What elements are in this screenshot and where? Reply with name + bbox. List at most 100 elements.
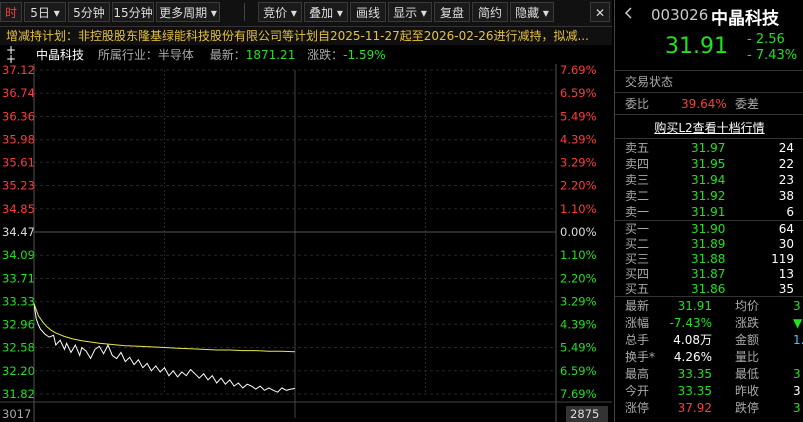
trade-status-label: 交易状态 — [625, 75, 674, 89]
stat-value-1: 33.35 — [677, 367, 712, 381]
weibi-value: 39.64% — [681, 97, 727, 111]
stat-label-1: 涨幅 — [625, 316, 650, 330]
industry-label: 所属行业：半导体 — [97, 48, 194, 62]
tool-button-5[interactable]: 简约 — [472, 2, 508, 22]
stat-value-2: 3 — [793, 384, 801, 398]
chart-info-bar: 中晶科技 所属行业：半导体 最新：1871.21 涨跌：-1.59% — [0, 46, 612, 64]
y-tick-right-3: 4.39% — [560, 133, 597, 147]
weibi-label: 委比 — [625, 97, 650, 111]
y-tick-right-10: 3.29% — [560, 295, 597, 309]
weicha-label: 委差 — [735, 97, 760, 111]
tool-button-4[interactable]: 复盘 — [434, 2, 470, 22]
buy-l2-link[interactable]: 购买L2查看十档行情 — [615, 120, 803, 136]
bid-volume: 13 — [778, 267, 794, 281]
ask-label: 卖四 — [625, 157, 650, 171]
stat-value-2: 3 — [793, 299, 801, 313]
y-tick-right-7: 0.00% — [560, 225, 597, 239]
stat-row-3: 换手* 4.26% 量比 — [615, 349, 803, 365]
ask-label: 卖一 — [625, 205, 650, 219]
ask-row-4: 卖一 31.91 6 — [615, 204, 803, 220]
stat-label-1: 今开 — [625, 384, 650, 398]
stat-value-1: 4.26% — [673, 350, 712, 364]
collapse-chevron-icon[interactable] — [623, 6, 637, 20]
stat-value-2: 3 — [793, 367, 801, 381]
ask-row-2: 卖三 31.94 23 — [615, 172, 803, 188]
y-tick-left-8: 34.09 — [2, 248, 35, 262]
stat-row-5: 今开 33.35 昨收 3 — [615, 383, 803, 399]
ask-row-3: 卖二 31.92 38 — [615, 188, 803, 204]
y-tick-right-12: 5.49% — [560, 341, 597, 355]
bid-volume: 64 — [778, 222, 794, 236]
y-tick-right-0: 7.69% — [560, 64, 597, 77]
stat-value-2: 3 — [793, 401, 801, 415]
y-tick-right-9: 2.20% — [560, 271, 597, 285]
bid-label: 买五 — [625, 282, 650, 296]
y-tick-left-14: 31.82 — [2, 387, 35, 401]
bid-price: 31.87 — [691, 267, 726, 281]
y-tick-left-11: 32.96 — [2, 317, 35, 331]
stat-label-1: 换手* — [625, 350, 656, 364]
stat-row-0: 最新 31.91 均价 3 — [615, 298, 803, 314]
stat-label-2: 最低 — [735, 367, 760, 381]
y-tick-left-9: 33.71 — [2, 271, 35, 285]
price-change-pct: - 7.43% — [747, 48, 798, 63]
stat-value-1: 4.08万 — [673, 333, 712, 347]
chart-toolbar: 时 5日 ▾ 5分钟 15分钟 更多周期 ▾ 竞价 ▾ 叠加 ▾ 画线 显示 ▾ 复盘 简约 隐藏 ▾… — [0, 0, 612, 27]
ask-label: 卖五 — [625, 141, 650, 155]
bid-label: 买一 — [625, 222, 650, 236]
tool-button-3[interactable]: 显示 ▾ — [388, 2, 432, 22]
stock-name: 中晶科技 — [711, 9, 779, 29]
ask-row-1: 卖四 31.95 22 — [615, 156, 803, 172]
intraday-chart[interactable]: 37.12 7.69% 36.74 6.59% 36.36 5.49% 35.98 4.39%… — [0, 64, 612, 422]
stat-row-6: 涨停 37.92 跌停 3 — [615, 400, 803, 416]
reduction-plan-notice[interactable]: 增减持计划：非控股股东隆基绿能科技股份有限公司等计划自2025-11-27起至2… — [0, 27, 612, 45]
stat-label-2: 昨收 — [735, 384, 760, 398]
y-tick-right-4: 3.29% — [560, 155, 597, 169]
stock-code: 003026 — [651, 6, 709, 24]
period-button-0[interactable]: 时 — [0, 2, 22, 22]
ask-price: 31.92 — [691, 189, 726, 203]
price-change: - 2.56 — [747, 32, 785, 47]
bid-row-1: 买二 31.89 30 — [615, 236, 803, 252]
close-icon[interactable]: ✕ — [590, 2, 610, 22]
period-button-3[interactable]: 15分钟 — [112, 2, 154, 22]
bid-price: 31.90 — [691, 222, 726, 236]
stat-label-2: 金额 — [735, 333, 760, 347]
ask-volume: 6 — [786, 205, 794, 219]
y-tick-left-12: 32.58 — [2, 341, 35, 355]
stat-label-2: 涨跌 — [735, 316, 760, 330]
index-change-label: 涨跌： — [307, 48, 344, 62]
index-change-value: -1.59% — [343, 48, 386, 62]
y-tick-right-5: 2.20% — [560, 179, 597, 193]
stat-label-1: 最高 — [625, 367, 650, 381]
last-price: 31.91 — [665, 34, 728, 59]
ask-price: 31.91 — [691, 205, 726, 219]
bid-row-0: 买一 31.90 64 — [615, 221, 803, 237]
tool-button-6[interactable]: 隐藏 ▾ — [510, 2, 554, 22]
y-tick-right-8: 1.10% — [560, 248, 597, 262]
y-tick-left-13: 32.20 — [2, 364, 35, 378]
tool-button-1[interactable]: 叠加 ▾ — [304, 2, 348, 22]
bid-label: 买二 — [625, 237, 650, 251]
collapse-plus-icon[interactable]: + — [6, 53, 16, 65]
stat-value-1: 31.91 — [677, 299, 712, 313]
y-tick-right-14: 7.69% — [560, 387, 597, 401]
ask-label: 卖三 — [625, 173, 650, 187]
period-button-1[interactable]: 5日 ▾ — [24, 2, 66, 22]
stat-row-4: 最高 33.35 最低 3 — [615, 366, 803, 382]
ask-volume: 22 — [778, 157, 794, 171]
ask-volume: 38 — [778, 189, 794, 203]
tool-button-2[interactable]: 画线 — [350, 2, 386, 22]
period-button-4[interactable]: 更多周期 ▾ — [156, 2, 220, 22]
y-tick-left-3: 35.98 — [2, 133, 35, 147]
stat-label-1: 总手 — [625, 333, 650, 347]
bid-price: 31.89 — [691, 237, 726, 251]
index-latest-label: 最新： — [209, 48, 246, 62]
y-tick-right-13: 6.59% — [560, 364, 597, 378]
y-tick-left-1: 36.74 — [2, 86, 35, 100]
tool-button-0[interactable]: 竞价 ▾ — [258, 2, 302, 22]
period-button-2[interactable]: 5分钟 — [68, 2, 110, 22]
quote-panel: 003026 中晶科技 31.91 - 2.56 - 7.43% 交易状态 委比… — [614, 0, 803, 422]
stat-row-2: 总手 4.08万 金额 1. — [615, 332, 803, 348]
y-tick-right-6: 1.10% — [560, 202, 597, 216]
